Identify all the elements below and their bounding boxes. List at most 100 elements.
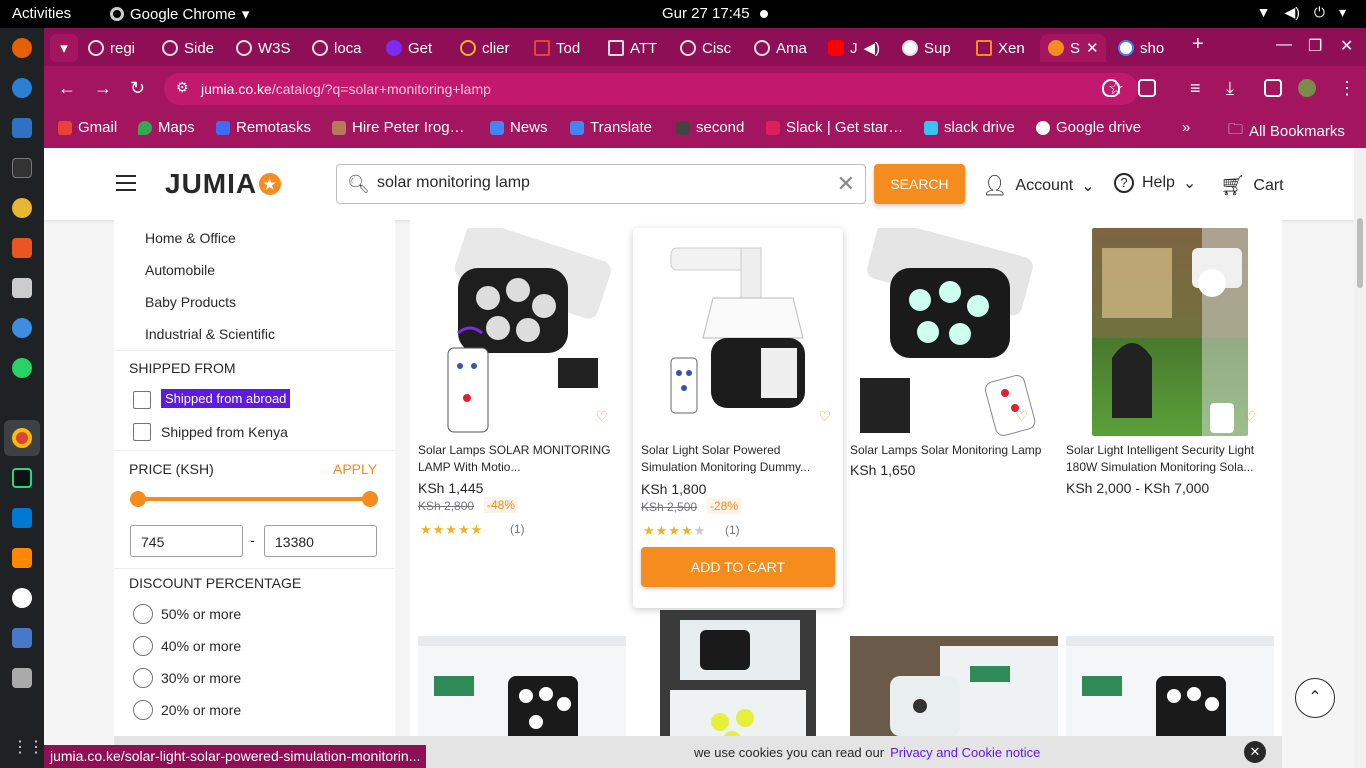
vlc-icon[interactable]	[12, 548, 32, 568]
forward-button[interactable]: →	[94, 78, 112, 99]
bookmark-news[interactable]: News	[490, 119, 548, 136]
download-icon[interactable]: ⤓	[1226, 78, 1234, 99]
bookmarks-overflow-icon[interactable]: »	[1182, 119, 1190, 136]
search-tool-icon[interactable]	[12, 668, 32, 688]
profile-avatar[interactable]	[1298, 79, 1316, 97]
product-card[interactable]: ♡ Solar Lamps SOLAR MONITORING LAMP With…	[410, 220, 620, 600]
label-discount-20[interactable]: 20% or more	[161, 702, 241, 718]
scrollbar-thumb[interactable]	[1357, 218, 1363, 288]
product-card[interactable]: ♡ Solar Lamps Solar Monitoring Lamp KSh …	[842, 220, 1052, 600]
bookmark-hire[interactable]: Hire Peter Irog…	[332, 119, 465, 136]
close-icon[interactable]: ✕	[1086, 39, 1099, 57]
extension-shield-icon[interactable]	[1102, 79, 1120, 97]
whatsapp-icon[interactable]	[12, 358, 32, 378]
tab[interactable]: Side	[162, 34, 224, 62]
category-link[interactable]: Home & Office	[145, 230, 236, 246]
tab[interactable]: Get	[386, 34, 446, 62]
bookmark-second[interactable]: second	[676, 119, 744, 136]
bookmark-maps[interactable]: Maps	[138, 119, 195, 136]
activities-button[interactable]: Activities	[12, 5, 71, 22]
tab[interactable]: J ◀)	[828, 34, 888, 62]
price-max-input[interactable]: 13380	[264, 525, 377, 557]
screenshot-icon[interactable]	[12, 628, 32, 648]
radio-discount-40[interactable]	[133, 636, 153, 656]
category-link[interactable]: Automobile	[145, 262, 215, 278]
app-menu[interactable]: Google Chrome ▾	[110, 5, 249, 23]
page-scrollbar[interactable]	[1354, 148, 1366, 768]
firefox-icon[interactable]	[12, 38, 32, 58]
cart-link[interactable]: 🛒︎ Cart	[1220, 173, 1284, 198]
checkbox-shipped-kenya[interactable]	[133, 423, 151, 441]
price-max-handle[interactable]	[362, 491, 378, 507]
jumia-logo[interactable]: JUMIA ★	[165, 168, 282, 200]
product-name[interactable]: Solar Light Solar Powered Simulation Mon…	[641, 442, 835, 476]
search-input[interactable]	[377, 174, 817, 192]
checkbox-shipped-abroad[interactable]	[133, 391, 151, 409]
product-card[interactable]: ♡ Solar Light Solar Powered Simulation M…	[633, 228, 843, 608]
price-min-handle[interactable]	[130, 491, 146, 507]
price-min-input[interactable]: 745	[130, 525, 243, 557]
category-link[interactable]: Industrial & Scientific	[145, 326, 275, 342]
reload-button[interactable]: ↻	[130, 78, 145, 99]
product-image[interactable]	[660, 610, 816, 756]
tab-search-button[interactable]: ▾	[50, 34, 78, 62]
product-name[interactable]: Solar Light Intelligent Security Light 1…	[1066, 442, 1260, 476]
writer-icon[interactable]	[12, 118, 32, 138]
bookmark-slack[interactable]: Slack | Get star…	[766, 119, 903, 136]
side-panel-icon[interactable]	[1264, 79, 1282, 97]
maximize-button[interactable]: ❐	[1308, 36, 1322, 56]
close-window-button[interactable]: ✕	[1340, 36, 1353, 56]
privacy-link[interactable]: Privacy and Cookie notice	[890, 745, 1040, 760]
bookmark-slack-drive[interactable]: slack drive	[924, 119, 1015, 136]
radio-discount-30[interactable]	[133, 668, 153, 688]
new-tab-button[interactable]: +	[1192, 33, 1204, 56]
product-name[interactable]: Solar Lamps SOLAR MONITORING LAMP With M…	[418, 442, 612, 476]
radio-discount-50[interactable]	[133, 604, 153, 624]
label-discount-30[interactable]: 30% or more	[161, 670, 241, 686]
all-bookmarks[interactable]: 🗀 All Bookmarks	[1228, 119, 1345, 144]
tab[interactable]: Cisc	[680, 34, 740, 62]
terminal-icon[interactable]	[12, 158, 32, 178]
tab[interactable]: regi	[88, 34, 148, 62]
close-icon[interactable]: ✕	[1244, 741, 1266, 763]
tab[interactable]: sho	[1118, 34, 1192, 62]
reading-list-icon[interactable]: ≡	[1190, 78, 1201, 99]
tab[interactable]: Sup	[902, 34, 966, 62]
address-bar[interactable]: ⚙ jumia.co.ke/catalog/?q=solar+monitorin…	[164, 73, 1138, 105]
bookmark-google-drive[interactable]: Google drive	[1036, 119, 1141, 136]
software-center-icon[interactable]	[12, 238, 32, 258]
account-menu[interactable]: 👤︎ Account ⌄	[982, 173, 1095, 198]
help-icon[interactable]	[12, 318, 32, 338]
label-shipped-abroad[interactable]: Shipped from abroad	[161, 389, 291, 408]
thunderbird-icon[interactable]	[12, 78, 32, 98]
scroll-to-top-button[interactable]: ⌃	[1295, 678, 1335, 718]
product-image[interactable]	[418, 228, 612, 436]
product-image[interactable]	[1092, 228, 1248, 436]
show-apps-icon[interactable]: ⋮⋮	[12, 738, 44, 758]
bookmark-gmail[interactable]: Gmail	[58, 119, 117, 136]
wishlist-heart-icon[interactable]: ♡	[818, 408, 831, 425]
category-link[interactable]: Baby Products	[145, 294, 236, 310]
tab[interactable]: Tod	[534, 34, 594, 62]
rhythmbox-icon[interactable]	[12, 198, 32, 218]
help-menu[interactable]: ? Help ⌄	[1114, 173, 1196, 193]
minimize-button[interactable]: —	[1276, 36, 1292, 54]
files-icon[interactable]	[12, 278, 32, 298]
menu-icon[interactable]: ⋮	[1338, 78, 1356, 99]
tab[interactable]: loca	[312, 34, 372, 62]
radio-discount-20[interactable]	[133, 700, 153, 720]
back-button[interactable]: ←	[58, 78, 76, 99]
label-discount-50[interactable]: 50% or more	[161, 606, 241, 622]
system-tray[interactable]: ▼ ◀) ⏻ ▾	[1257, 4, 1346, 21]
tab[interactable]: W3S	[236, 34, 298, 62]
wishlist-heart-icon[interactable]: ♡	[1243, 408, 1256, 425]
tab[interactable]: Ama	[754, 34, 814, 62]
product-image[interactable]	[641, 228, 835, 436]
wishlist-heart-icon[interactable]: ♡	[1015, 408, 1028, 425]
extensions-puzzle-icon[interactable]	[1138, 79, 1156, 97]
vscode-icon[interactable]	[12, 508, 32, 528]
tab-active[interactable]: S ✕	[1040, 34, 1106, 62]
bookmark-remotasks[interactable]: Remotasks	[216, 119, 311, 136]
label-shipped-kenya[interactable]: Shipped from Kenya	[161, 424, 288, 440]
app-icon[interactable]	[12, 588, 32, 608]
